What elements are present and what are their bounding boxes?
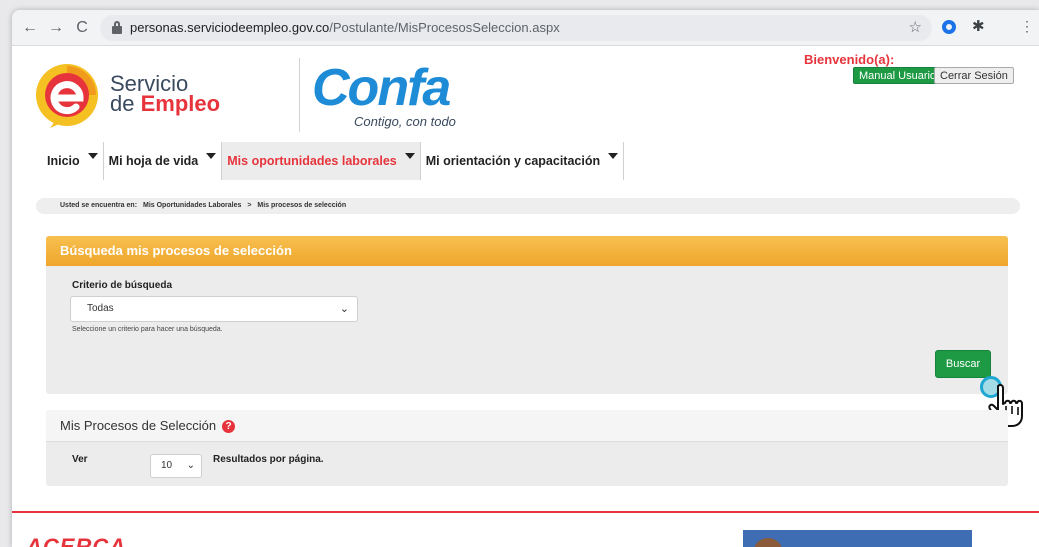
servicio-empleo-logo-icon (36, 64, 98, 128)
puzzle-icon[interactable]: ✱ (972, 17, 985, 35)
per-page-label: Resultados por página. (213, 454, 324, 465)
chevron-down-icon: ⌄ (186, 460, 195, 471)
back-icon[interactable]: ← (20, 18, 40, 38)
menu-label: Mi hoja de vida (108, 154, 199, 168)
criteria-value: Todas (87, 303, 114, 314)
forward-icon[interactable]: → (46, 18, 66, 38)
ver-label: Ver (72, 454, 88, 465)
logo-divider (299, 58, 300, 132)
breadcrumb-level1[interactable]: Mis Oportunidades Laborales (143, 202, 241, 209)
lock-icon (112, 21, 122, 34)
page-size-value: 10 (161, 460, 173, 471)
menu-label: Mis oportunidades laborales (227, 154, 397, 168)
logo-line2-highlight: Empleo (140, 91, 221, 116)
criteria-select[interactable]: Todas ⌄ (70, 296, 358, 322)
browser-window: ← → C personas.serviciodeempleo.gov.co/P… (12, 10, 1039, 547)
criteria-label: Criterio de búsqueda (72, 280, 173, 291)
url-domain: personas.serviciodeempleo.gov.co (130, 20, 330, 35)
caret-down-icon (87, 153, 98, 159)
breadcrumb-separator: > (247, 202, 252, 209)
logo-line2: de Empleo (110, 91, 221, 116)
breadcrumb-level2: Mis procesos de selección (257, 202, 347, 209)
results-panel: Mis Procesos de Selección? Ver 10 ⌄ Resu… (46, 410, 1008, 486)
caret-down-icon (404, 153, 415, 159)
welcome-text: Bienvenido(a): (804, 52, 895, 67)
breadcrumb: Usted se encuentra en: Mis Oportunidades… (36, 198, 1020, 214)
extension-icon[interactable] (942, 20, 956, 34)
page-size-select[interactable]: 10 ⌄ (150, 454, 202, 478)
search-button[interactable]: Buscar (935, 350, 991, 378)
confa-logo: Confa (312, 59, 451, 117)
url-text: personas.serviciodeempleo.gov.co/Postula… (130, 20, 560, 35)
menu-item-orientacion[interactable]: Mi orientación y capacitación (421, 142, 625, 180)
logout-button[interactable]: Cerrar Sesión (934, 67, 1014, 84)
results-title: Mis Procesos de Selección (60, 418, 217, 433)
menu-item-oportunidades[interactable]: Mis oportunidades laborales (222, 142, 421, 180)
footer-divider (12, 511, 1039, 513)
menu-label: Mi orientación y capacitación (425, 154, 601, 168)
caret-down-icon (608, 153, 619, 159)
breadcrumb-prefix: Usted se encuentra en: (60, 202, 138, 209)
bookmark-star-icon[interactable]: ☆ (909, 18, 922, 36)
address-bar[interactable]: personas.serviciodeempleo.gov.co/Postula… (100, 15, 932, 41)
results-panel-header: Mis Procesos de Selección? (46, 410, 1008, 442)
seal-icon (753, 538, 783, 547)
help-icon[interactable]: ? (222, 420, 236, 434)
footer-banner[interactable] (743, 530, 972, 547)
criteria-help: Seleccione un criterio para hacer una bú… (72, 326, 223, 333)
search-panel-title: Búsqueda mis procesos de selección (46, 236, 1008, 266)
search-panel: Búsqueda mis procesos de selección Crite… (46, 236, 1008, 394)
footer-logo: ACERCA (26, 534, 127, 547)
menu-item-hoja-de-vida[interactable]: Mi hoja de vida (104, 142, 223, 180)
menu-item-inicio[interactable]: Inicio (42, 142, 104, 180)
page-content: Servicio de Empleo Confa Contigo, con to… (12, 46, 1039, 547)
servicio-empleo-logo-text: Servicio de Empleo (110, 73, 221, 116)
browser-menu-icon[interactable]: ⋮ (1020, 18, 1034, 35)
main-menu: Inicio Mi hoja de vida Mis oportunidades… (42, 142, 625, 180)
logo-line2-prefix: de (110, 91, 135, 116)
reload-icon[interactable]: C (72, 18, 92, 38)
caret-down-icon (206, 153, 217, 159)
manual-user-button[interactable]: Manual Usuario (853, 67, 943, 84)
chevron-down-icon: ⌄ (339, 303, 349, 315)
url-path: /Postulante/MisProcesosSeleccion.aspx (329, 20, 560, 35)
menu-label: Inicio (47, 154, 80, 168)
browser-toolbar: ← → C personas.serviciodeempleo.gov.co/P… (12, 10, 1039, 46)
confa-tagline: Contigo, con todo (354, 114, 456, 129)
